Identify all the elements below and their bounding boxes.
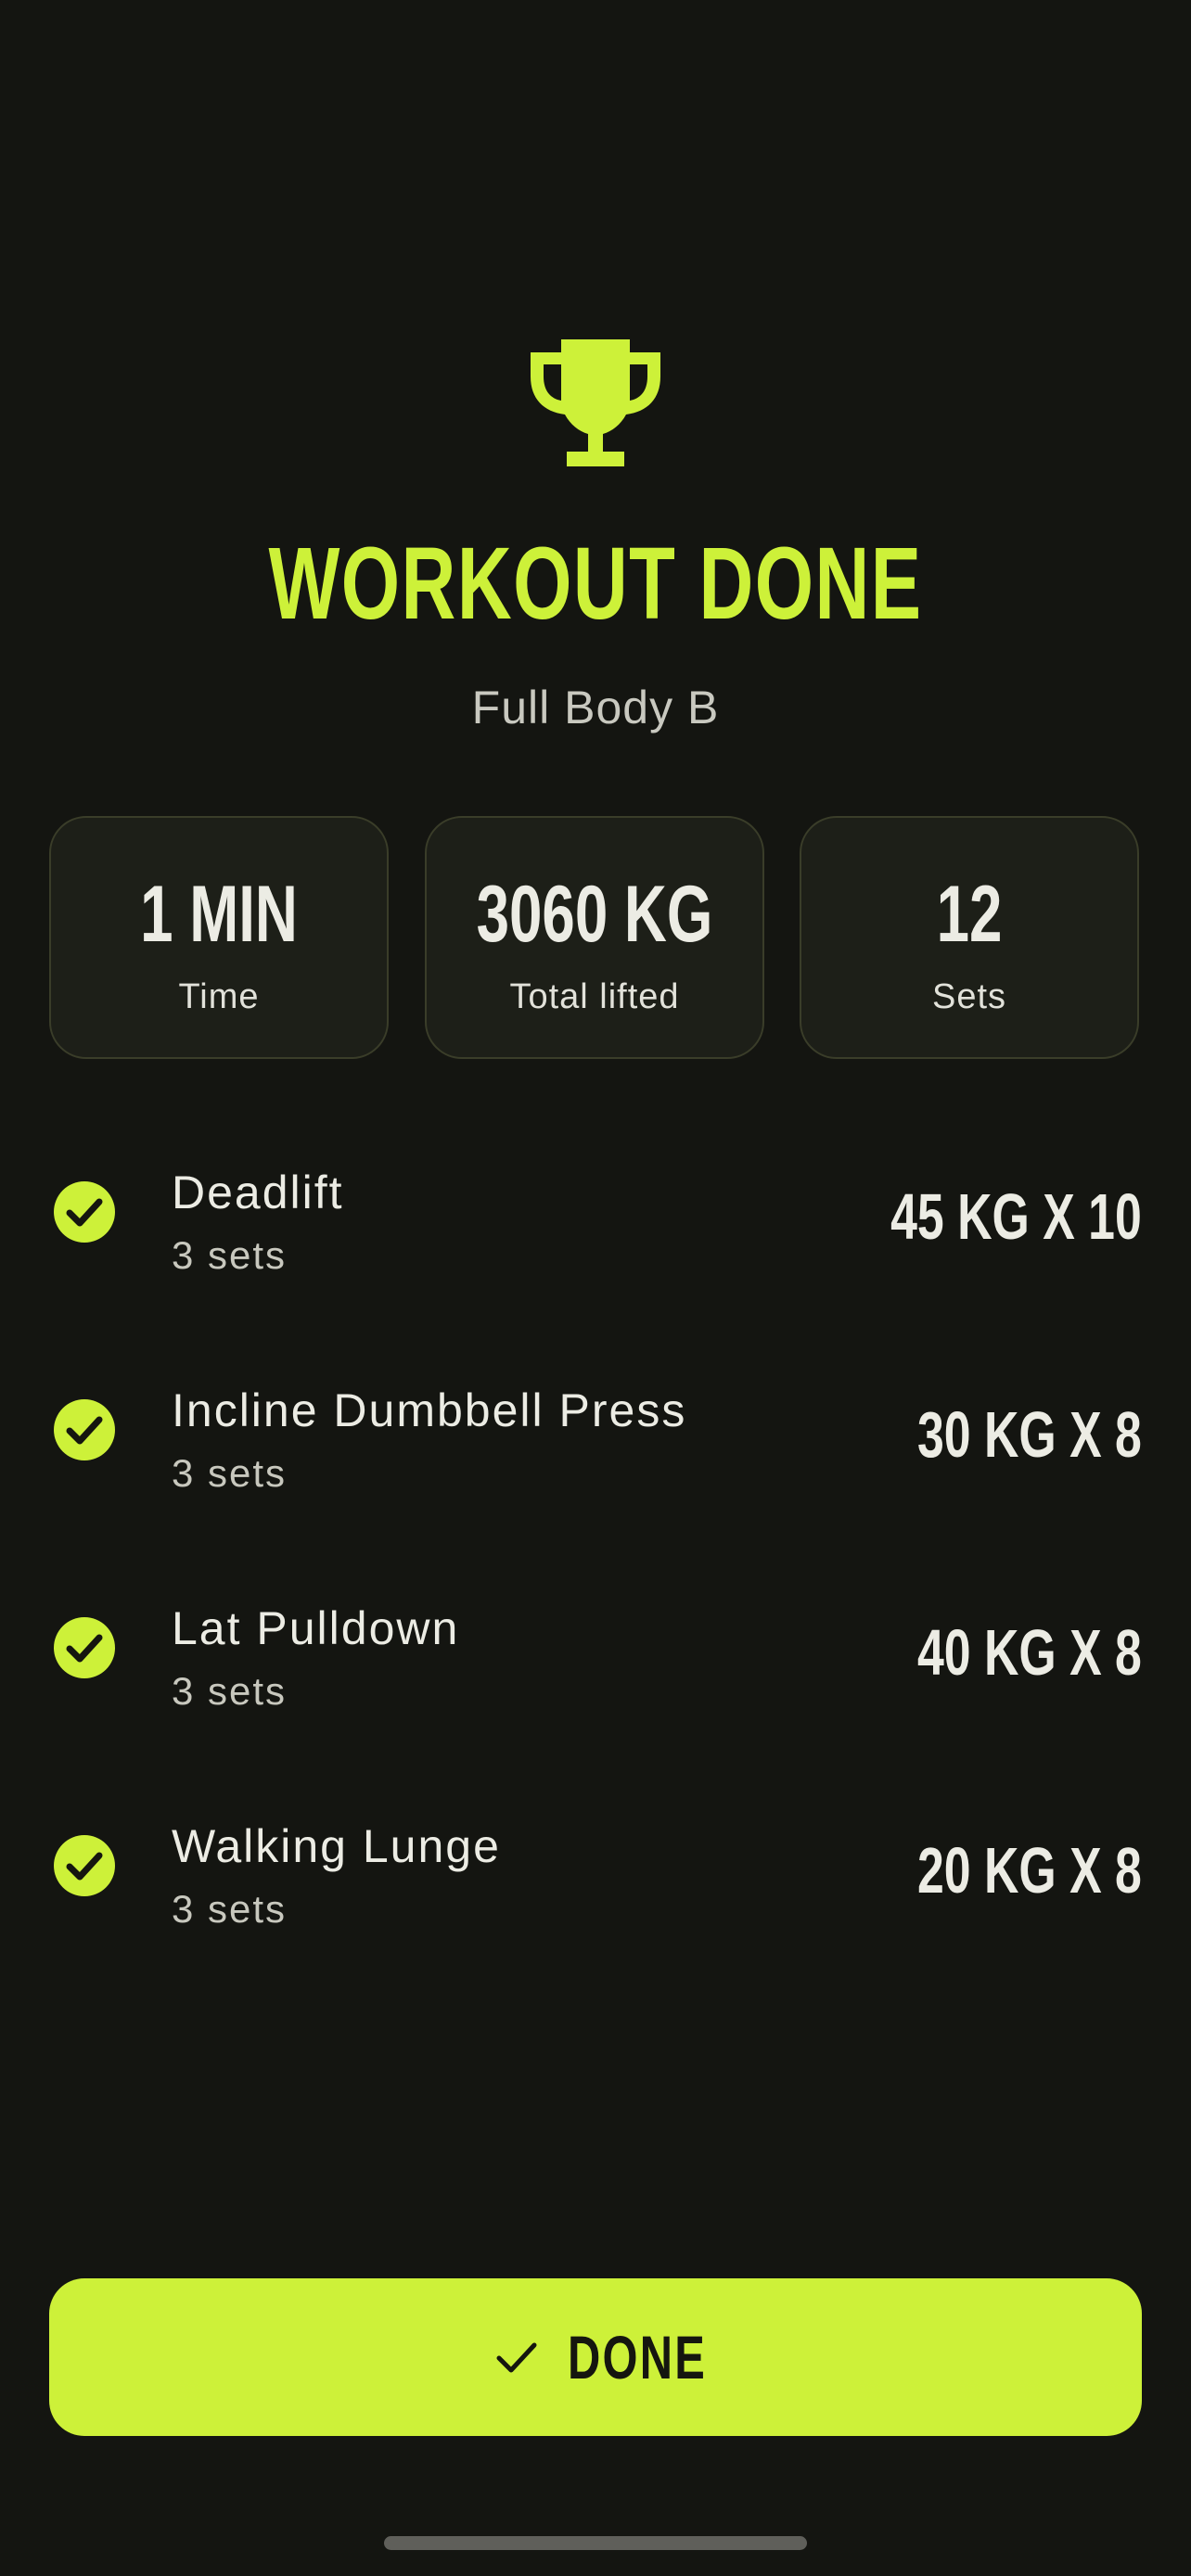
- exercise-name: Incline Dumbbell Press: [172, 1384, 687, 1436]
- exercise-row-deadlift: Deadlift 3 sets 45 KG X 10: [49, 1146, 1142, 1313]
- trophy-icon: [531, 339, 660, 466]
- done-button-content: DONE: [49, 2278, 1142, 2436]
- exercise-row-lat-pulldown: Lat Pulldown 3 sets 40 KG X 8: [49, 1582, 1142, 1749]
- check-circle-icon: [54, 1835, 115, 1896]
- check-circle-icon: [54, 1617, 115, 1678]
- stat-card-sets: 12 Sets: [800, 816, 1139, 1059]
- workout-name: Full Body B: [471, 682, 720, 733]
- checkmark-icon: [496, 2342, 537, 2373]
- exercise-weight: 40 KG X 8: [917, 1616, 1142, 1689]
- exercise-name: Walking Lunge: [172, 1820, 501, 1872]
- stat-card-total-lifted: 3060 KG Total lifted: [425, 816, 764, 1059]
- check-circle-icon: [54, 1181, 115, 1243]
- exercise-row-incline-dumbbell-press: Incline Dumbbell Press 3 sets 30 KG X 8: [49, 1364, 1142, 1531]
- stats-row: 1 MIN Time 3060 KG Total lifted 12 Sets: [49, 816, 1142, 1063]
- exercise-sets: 3 sets: [172, 1887, 288, 1931]
- done-button[interactable]: DONE: [49, 2278, 1142, 2436]
- stat-value: 1 MIN: [140, 870, 298, 959]
- exercise-sets: 3 sets: [172, 1233, 288, 1277]
- exercise-sets: 3 sets: [172, 1451, 288, 1495]
- stat-value: 3060 KG: [476, 870, 713, 959]
- home-indicator[interactable]: [384, 2536, 807, 2550]
- exercise-weight: 20 KG X 8: [917, 1834, 1142, 1906]
- stat-label: Time: [178, 977, 260, 1016]
- exercise-weight: 30 KG X 8: [917, 1398, 1142, 1471]
- exercise-name: Deadlift: [172, 1167, 344, 1218]
- page-title: WORKOUT DONE: [268, 527, 923, 641]
- stat-label: Total lifted: [509, 977, 680, 1016]
- exercise-row-walking-lunge: Walking Lunge 3 sets 20 KG X 8: [49, 1800, 1142, 1967]
- stat-card-time: 1 MIN Time: [49, 816, 389, 1059]
- done-button-label: DONE: [568, 2323, 707, 2391]
- stat-value: 12: [936, 870, 1003, 959]
- exercise-name: Lat Pulldown: [172, 1602, 460, 1654]
- stat-label: Sets: [931, 977, 1007, 1016]
- exercise-sets: 3 sets: [172, 1669, 288, 1713]
- exercise-weight: 45 KG X 10: [890, 1180, 1142, 1253]
- check-circle-icon: [54, 1399, 115, 1460]
